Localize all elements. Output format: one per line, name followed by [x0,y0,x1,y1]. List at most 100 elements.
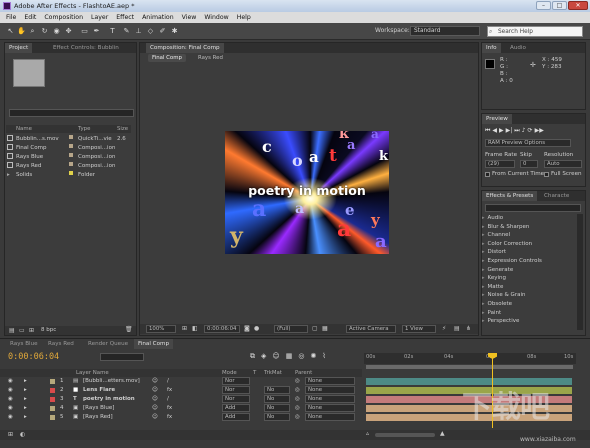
layer-label-color[interactable] [50,397,55,402]
composition-navigator-icon[interactable]: ⧉ [250,352,255,361]
tab-audio[interactable]: Audio [506,43,530,53]
layer-label-color[interactable] [50,415,55,420]
fast-previews-icon[interactable]: ⚡ [442,325,446,332]
channel-icon[interactable]: ● [254,325,259,332]
rectangle-mask-tool-icon[interactable]: ▭ [80,26,89,37]
project-search-input[interactable] [9,109,134,117]
region-of-interest-icon[interactable]: ▢ [312,325,318,332]
effect-category-item[interactable]: Audio [482,214,572,223]
zoom-tool-icon[interactable]: ⌕ [28,26,37,37]
layer-name[interactable]: poetry in motion [83,395,135,404]
tab-composition-final-comp[interactable]: Composition: Final Comp [146,43,224,53]
parent-pickwhip-icon[interactable]: ◎ [295,404,300,413]
zoom-in-icon[interactable]: ▲ [440,430,445,437]
menu-window[interactable]: Window [204,12,228,23]
interpret-footage-icon[interactable]: ▤ [9,327,15,334]
tab-effects-presets[interactable]: Effects & Presets [482,191,538,201]
resolution-select[interactable]: (Full) [274,325,308,333]
shy-switch-icon[interactable]: ☺ [152,377,158,386]
parent-select[interactable]: None [305,386,355,394]
blend-mode-select[interactable]: Nor [222,386,250,394]
roto-brush-tool-icon[interactable]: ✐ [158,26,167,37]
layer-label-color[interactable] [50,388,55,393]
effect-category-item[interactable]: Paint [482,309,572,318]
next-frame-icon[interactable]: ▶| [506,127,513,136]
current-time-display[interactable]: 0:00:06:04 [204,325,240,333]
shy-switch-icon[interactable]: ☺ [152,404,158,413]
blend-mode-select[interactable]: Nor [222,395,250,403]
effect-category-item[interactable]: Perspective [482,317,572,326]
video-eye-icon[interactable]: ◉ [8,386,13,395]
rotate-tool-icon[interactable]: ↻ [40,26,49,37]
project-item-rays-red[interactable]: Rays Red Composi...ion [6,162,131,170]
pen-tool-icon[interactable]: ✒ [92,26,101,37]
minimize-button[interactable]: – [536,1,551,10]
workspace-select[interactable]: Standard [410,26,480,36]
column-type[interactable]: Type [78,125,90,133]
clone-stamp-tool-icon[interactable]: ⊥ [134,26,143,37]
column-name[interactable]: Name [16,125,32,133]
layer-name[interactable]: [Bubbli...etters.mov] [83,377,140,386]
brainstorm-icon[interactable]: ✺ [310,352,316,361]
parent-select[interactable]: None [305,413,355,421]
new-folder-icon[interactable]: ▭ [19,327,25,334]
video-eye-icon[interactable]: ◉ [8,413,13,422]
effects-search-input[interactable] [485,204,581,212]
tab-effect-controls[interactable]: Effect Controls: Bubblin [49,43,123,53]
video-eye-icon[interactable]: ◉ [8,404,13,413]
mask-visibility-icon[interactable]: ◧ [192,325,198,332]
menu-animation[interactable]: Animation [142,12,174,23]
project-item-bubbling[interactable]: Bubblin...s.mov QuickTi...vie 2.6 [6,135,131,143]
frame-rate-select[interactable]: (29) [485,160,515,168]
puppet-pin-tool-icon[interactable]: ✱ [170,26,179,37]
effect-category-item[interactable]: Generate [482,266,572,275]
expand-layer-icon[interactable]: ▸ [24,377,27,386]
snapshot-icon[interactable]: ◙ [244,325,250,332]
quality-switch-icon[interactable]: ∕ [167,377,169,386]
blend-mode-select[interactable]: Nor [222,377,250,385]
effect-category-item[interactable]: Channel [482,231,572,240]
brush-tool-icon[interactable]: ✎ [122,26,131,37]
view-layout-select[interactable]: 1 View [402,325,436,333]
skip-field[interactable]: 0 [520,160,538,168]
video-eye-icon[interactable]: ◉ [8,377,13,386]
camera-select[interactable]: Active Camera [346,325,396,333]
folder-expand-icon[interactable]: ▸ [7,171,10,179]
effect-category-item[interactable]: Keying [482,274,572,283]
layer-label-color[interactable] [50,406,55,411]
ram-preview-options-select[interactable]: RAM Preview Options [485,139,571,147]
menu-effect[interactable]: Effect [116,12,134,23]
shy-switch-icon[interactable]: ☺ [152,386,158,395]
parent-select[interactable]: None [305,377,355,385]
timeline-icon[interactable]: ▤ [454,325,460,332]
pan-behind-tool-icon[interactable]: ✥ [64,26,73,37]
expand-layer-icon[interactable]: ▸ [24,404,27,413]
quality-switch-icon[interactable]: ∕ [167,395,169,404]
tab-rays-red[interactable]: Rays Red [44,339,78,349]
tab-character[interactable]: Characte [540,191,573,201]
zoom-slider[interactable] [375,433,435,437]
tab-info[interactable]: Info [482,43,501,53]
column-parent[interactable]: Parent [295,369,312,377]
motion-blur-icon[interactable]: ◎ [298,352,304,361]
toggle-modes-icon[interactable]: ◐ [20,431,25,438]
magnification-select[interactable]: 100% [146,325,176,333]
type-tool-icon[interactable]: T [108,26,117,37]
blend-mode-select[interactable]: Add [222,404,250,412]
project-item-rays-blue[interactable]: Rays Blue Composi...ion [6,153,131,161]
first-frame-icon[interactable]: ⏮ [485,127,490,136]
expand-layer-icon[interactable]: ▸ [24,413,27,422]
effect-category-item[interactable]: Distort [482,248,572,257]
tab-preview[interactable]: Preview [482,114,512,124]
last-frame-icon[interactable]: ⏭ [514,127,519,136]
parent-pickwhip-icon[interactable]: ◎ [295,413,300,422]
parent-pickwhip-icon[interactable]: ◎ [295,386,300,395]
close-button[interactable]: ✕ [568,1,588,10]
shy-switch-icon[interactable]: ☺ [152,395,158,404]
selection-tool-icon[interactable]: ↖ [6,26,15,37]
tab-rays-blue[interactable]: Rays Blue [6,339,42,349]
fx-switch-icon[interactable]: fx [167,386,172,395]
from-current-checkbox[interactable] [485,172,490,177]
menu-file[interactable]: File [6,12,16,23]
full-screen-checkbox[interactable] [544,172,549,177]
